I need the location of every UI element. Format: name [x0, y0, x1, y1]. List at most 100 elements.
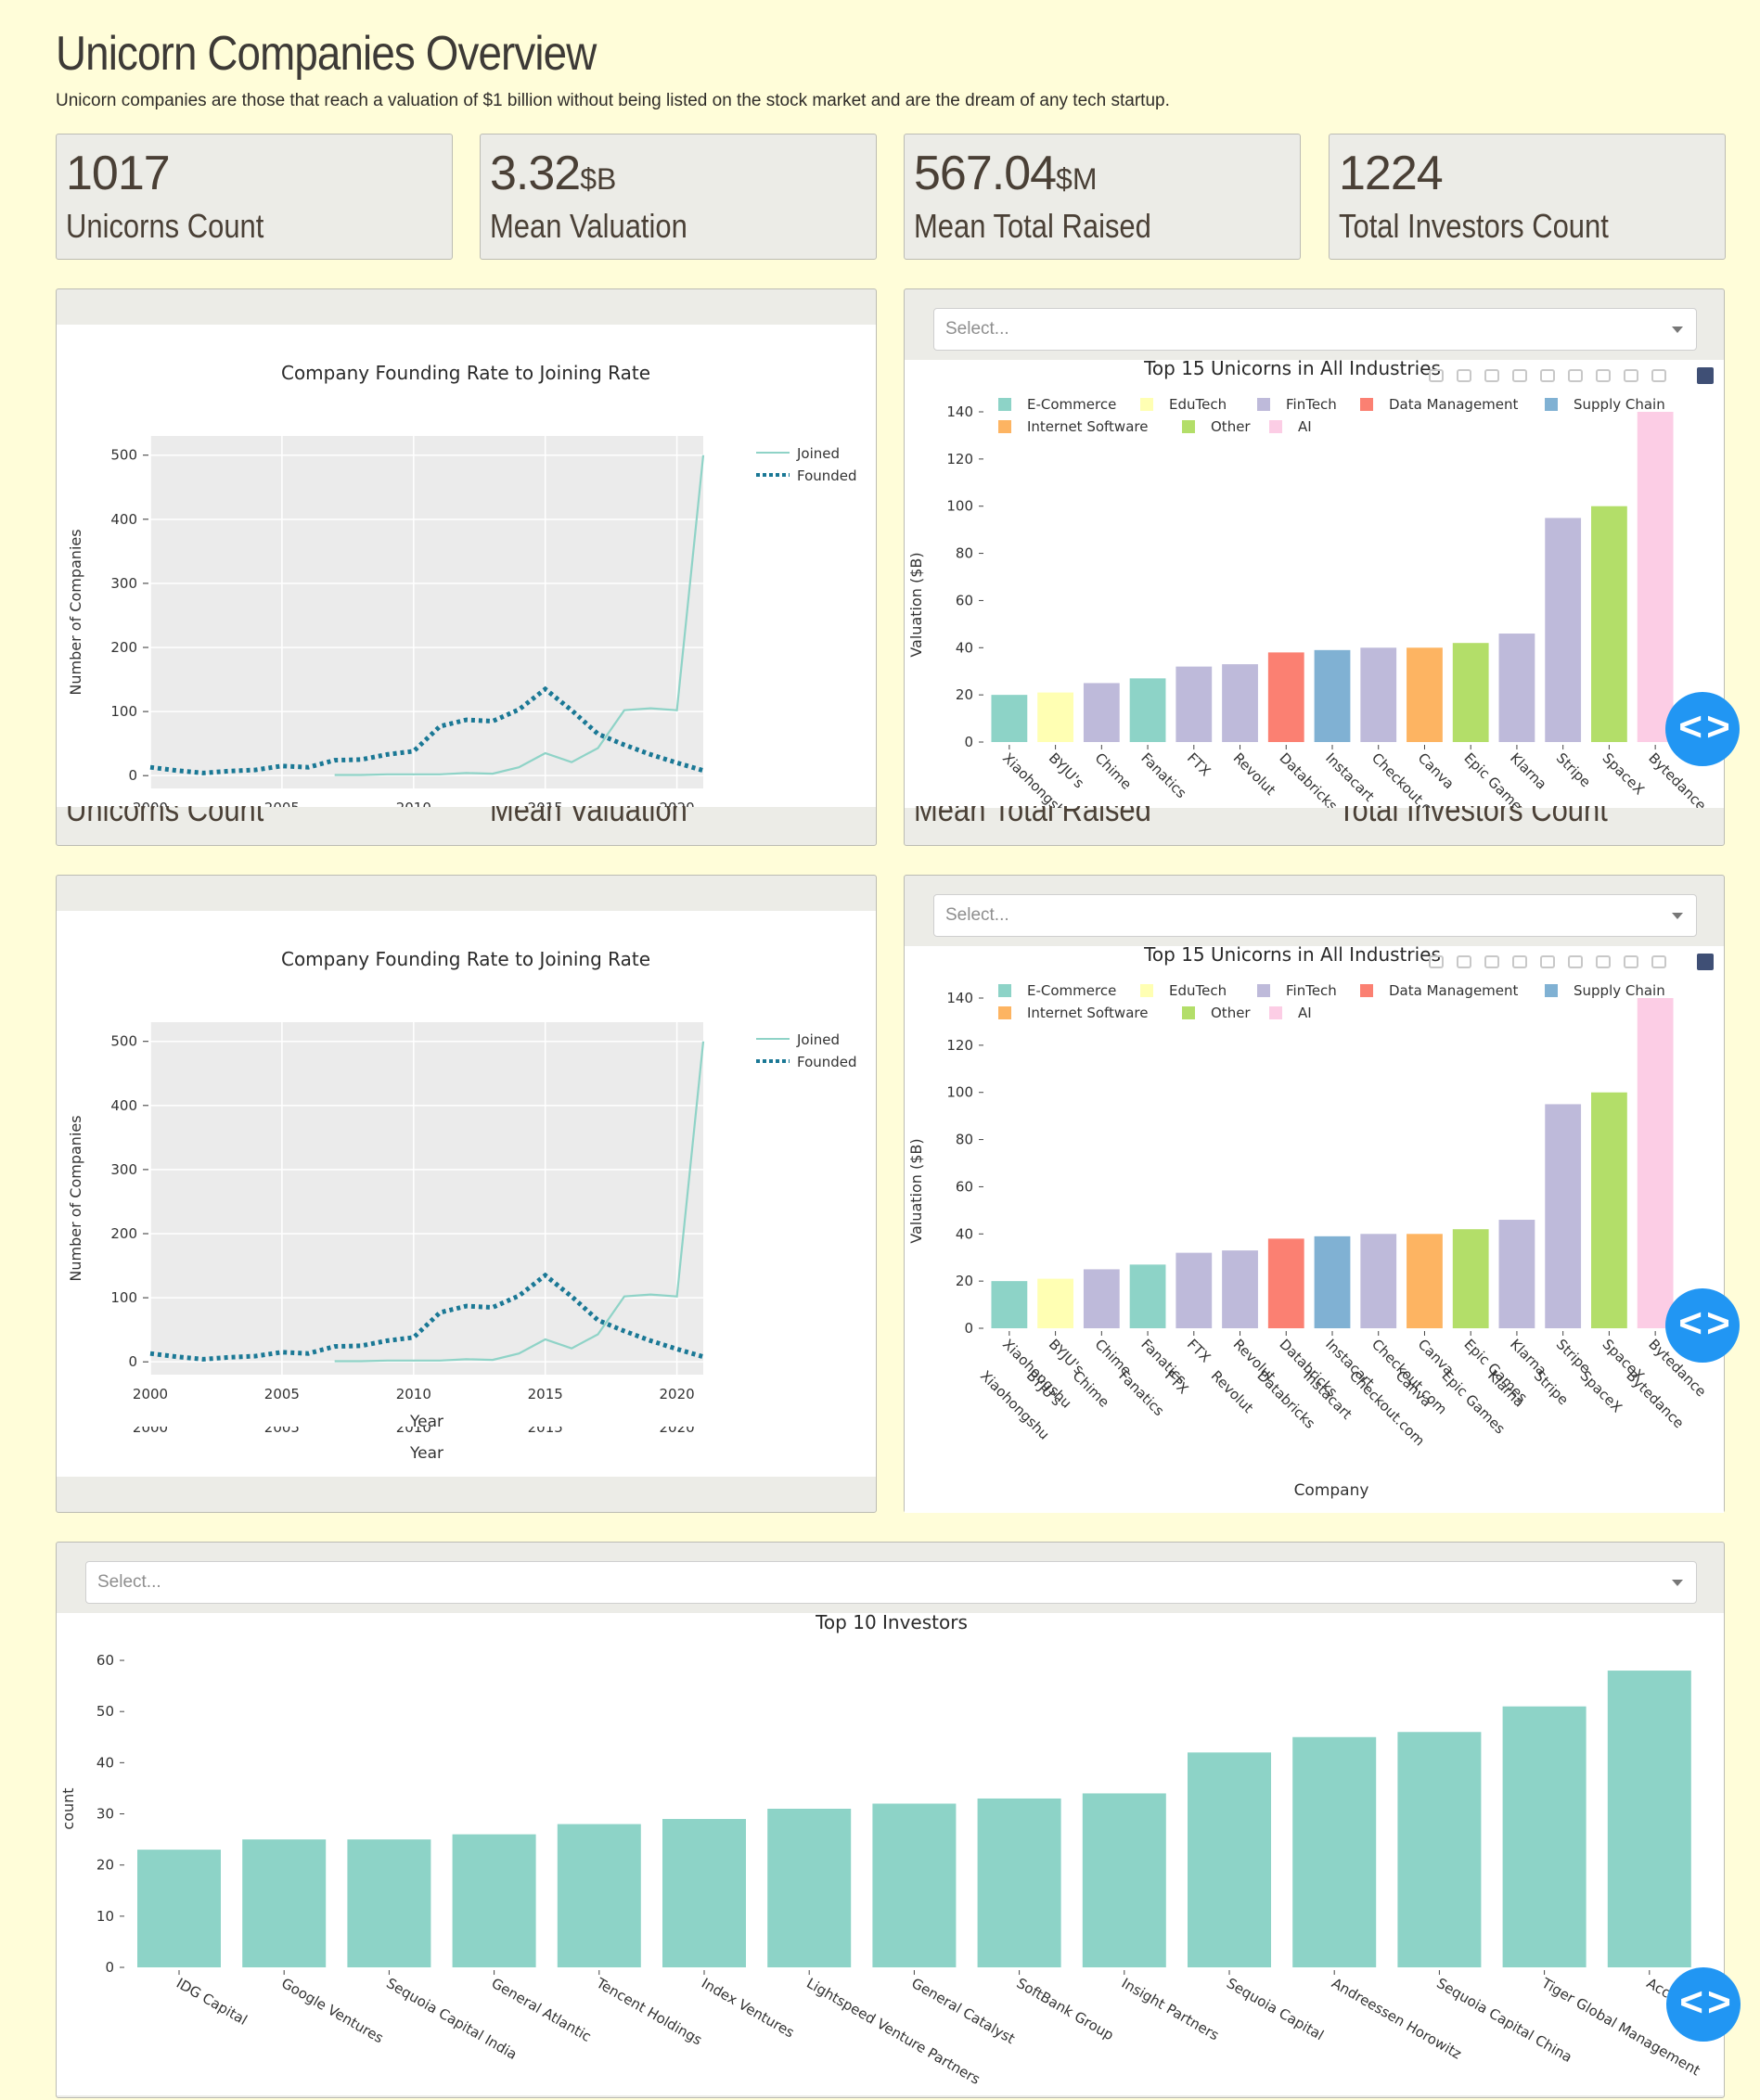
legend-swatch [1545, 398, 1558, 411]
carousel-nav-button[interactable]: < > [1665, 692, 1740, 766]
plotly-logo-icon[interactable] [1697, 954, 1714, 970]
bar [242, 1839, 327, 1967]
x-tick-label: Insight Partners [1119, 1975, 1222, 2044]
x-tick-label-echo: Chime [1070, 1367, 1113, 1411]
legend-swatch [1182, 420, 1195, 433]
x-tick-label: General Catalyst [908, 1975, 1018, 2047]
y-tick-label: 30 [96, 1806, 114, 1823]
chart-title: Top 10 Investors [815, 1613, 968, 1633]
chart-title: Top 15 Unicorns in All Industries [1143, 946, 1441, 966]
y-tick-label: 120 [946, 1037, 973, 1054]
y-tick-label: 80 [956, 1132, 973, 1148]
kpi-label: Mean Total Raised [914, 207, 1151, 245]
legend-label: AI [1298, 418, 1312, 435]
y-tick-label: 60 [956, 592, 973, 608]
home-icon[interactable] [1651, 955, 1666, 968]
y-tick-label: 140 [946, 403, 973, 420]
kpi-number: 567.04 [914, 147, 1057, 200]
y-axis-label: Number of Companies [67, 529, 84, 695]
zoom-out-icon[interactable] [1596, 955, 1611, 968]
bar [1407, 647, 1443, 742]
autoscale-icon[interactable] [1624, 955, 1638, 968]
autoscale-icon[interactable] [1624, 369, 1638, 382]
x-tick-label: 2020 [660, 800, 695, 807]
chart-title: Company Founding Rate to Joining Rate [281, 948, 650, 970]
home-icon[interactable] [1651, 369, 1666, 382]
y-tick-label: 40 [956, 1225, 973, 1242]
founding-rate-chart[interactable]: Company Founding Rate to Joining Rate 200… [57, 325, 876, 845]
y-tick-label: 20 [956, 1273, 973, 1289]
y-tick-label: 400 [110, 1097, 137, 1114]
legend-label: E-Commerce [1027, 396, 1116, 413]
x-tick-label: 2010 [396, 1386, 431, 1402]
bar [1082, 1793, 1166, 1967]
y-axis-label: Valuation ($B) [907, 1138, 925, 1243]
lasso-icon[interactable] [1540, 955, 1555, 968]
bar [1452, 643, 1489, 742]
bar [1175, 1252, 1213, 1328]
chart-title: Top 15 Unicorns in All Industries [1143, 360, 1441, 379]
legend-label: Data Management [1389, 396, 1519, 413]
y-tick-label: 0 [128, 767, 137, 784]
pan-icon[interactable] [1484, 369, 1499, 382]
x-tick-label: IDG Capital [173, 1975, 251, 2029]
bar [347, 1839, 431, 1967]
industry-select[interactable]: Select... [933, 894, 1697, 937]
y-tick-label: 200 [110, 1225, 137, 1242]
bar [1267, 652, 1304, 742]
kpi-card-unicorns-count: 1017 Unicorns Count [56, 134, 453, 260]
box-select-icon[interactable] [1512, 955, 1527, 968]
zoom-out-icon[interactable] [1596, 369, 1611, 382]
zoom-in-icon[interactable] [1568, 369, 1583, 382]
x-axis-label-echo: Year [409, 1444, 443, 1463]
bar [1591, 1092, 1627, 1328]
top-investors-chart[interactable]: Top 10 Investors 0 10 20 30 40 50 60 count IDG Ca… [57, 1611, 1724, 2095]
kpi-number: 1224 [1339, 147, 1444, 200]
x-tick-label: Klarna [1507, 749, 1550, 793]
top-unicorns-panel-1: Select... Top 15 Unicorns in All Industr… [904, 288, 1740, 846]
y-tick-label: 300 [110, 575, 137, 592]
carousel-nav-button[interactable]: < > [1665, 1288, 1740, 1363]
bar [1222, 664, 1258, 742]
legend-swatch [1182, 1006, 1195, 1019]
box-select-icon[interactable] [1512, 369, 1527, 382]
legend-swatch [1257, 984, 1270, 997]
bar [137, 1850, 221, 1967]
y-tick-label: 100 [110, 703, 137, 720]
top-unicorns-chart[interactable]: Top 15 Unicorns in All Industries E-Comme… [905, 943, 1724, 1513]
chevron-down-icon[interactable] [1672, 1580, 1683, 1586]
bar [1222, 1250, 1258, 1328]
carousel-nav-button[interactable]: < > [1666, 1967, 1741, 2042]
kpi-value: 567.04$M [914, 146, 1098, 201]
legend-swatch [998, 420, 1011, 433]
y-tick-label: 80 [956, 545, 973, 562]
lasso-icon[interactable] [1540, 369, 1555, 382]
zoom-icon[interactable] [1457, 369, 1471, 382]
legend-swatch [1545, 984, 1558, 997]
founding-rate-chart[interactable]: Company Founding Rate to Joining Rate 200… [57, 911, 876, 1477]
bar [1502, 1706, 1587, 1967]
x-tick-label: 2005 [264, 1386, 300, 1402]
industry-select[interactable]: Select... [933, 308, 1697, 351]
y-tick-label: 500 [110, 1033, 137, 1050]
kpi-label: Unicorns Count [66, 207, 264, 245]
legend-swatch [1269, 1006, 1282, 1019]
bar [1188, 1752, 1271, 1967]
y-tick-label: 100 [946, 498, 973, 515]
top-unicorns-chart[interactable]: Top 15 Unicorns in All Industries E-Comme… [905, 357, 1724, 831]
legend-label: EduTech [1169, 982, 1227, 999]
zoom-icon[interactable] [1457, 955, 1471, 968]
y-tick-label: 400 [110, 511, 137, 528]
x-tick-label: 2000 [133, 800, 168, 807]
plotly-logo-icon[interactable] [1697, 367, 1714, 384]
legend-label: Other [1211, 418, 1251, 435]
chevron-down-icon[interactable] [1672, 913, 1683, 919]
y-axis-label: Number of Companies [67, 1115, 84, 1281]
chevron-down-icon[interactable] [1672, 327, 1683, 333]
pan-icon[interactable] [1484, 955, 1499, 968]
zoom-in-icon[interactable] [1568, 955, 1583, 968]
x-tick-label-echo: SpaceX [1577, 1367, 1625, 1415]
legend-swatch [998, 398, 1011, 411]
investor-select[interactable]: Select... [85, 1561, 1697, 1604]
chart-area: Top 10 Investors 0 10 20 30 40 50 60 count IDG Ca… [57, 1611, 1724, 2095]
